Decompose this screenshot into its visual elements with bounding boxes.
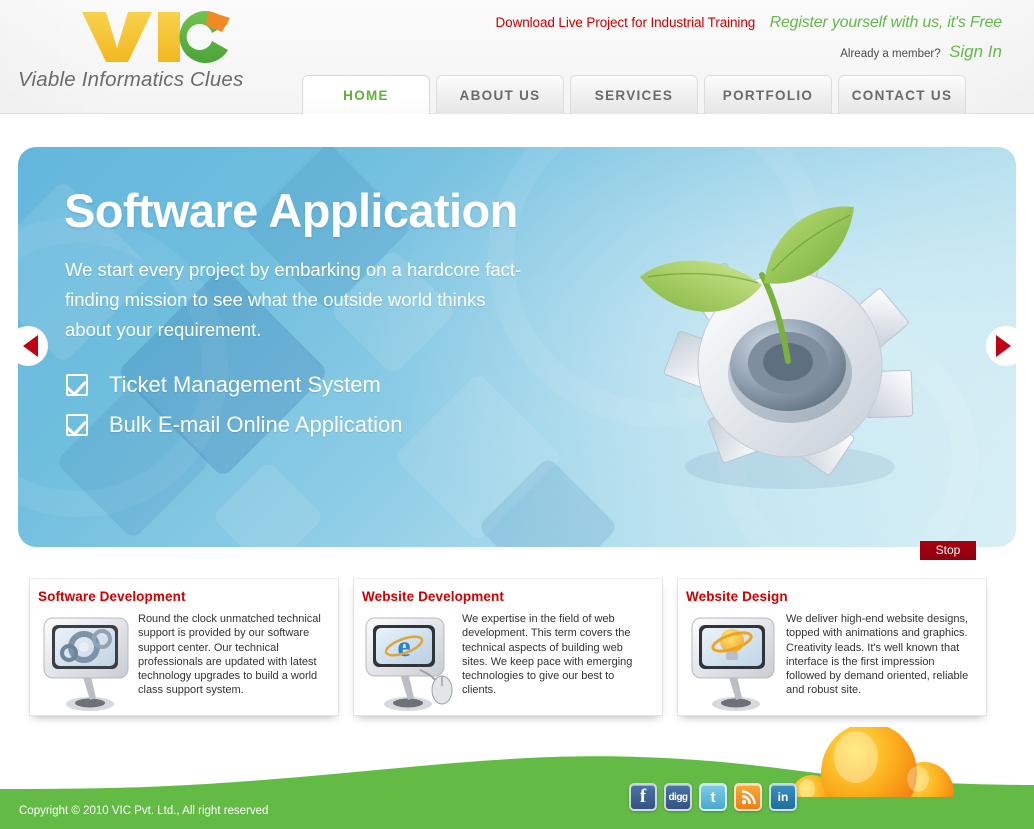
service-box-website-development[interactable]: Website Development e We expertise in th… <box>353 578 663 716</box>
nav-item-contact-us[interactable]: CONTACT US <box>838 75 966 114</box>
slider-stop-button[interactable]: Stop <box>920 541 976 560</box>
sign-in-link[interactable]: Sign In <box>949 42 1002 61</box>
nav-item-services[interactable]: SERVICES <box>570 75 698 114</box>
rss-icon[interactable] <box>734 783 762 811</box>
site-header: Viable Informatics Clues Download Live P… <box>0 0 1034 114</box>
page-root: Viable Informatics Clues Download Live P… <box>0 0 1034 829</box>
arrow-left-icon <box>12 335 38 357</box>
twitter-icon[interactable]: t <box>699 783 727 811</box>
service-box-title: Website Design <box>686 589 788 604</box>
register-link[interactable]: Register yourself with us, it's Free <box>770 14 1003 31</box>
service-box-body: e We expertise in the field of web devel… <box>362 608 652 712</box>
checkmark-icon <box>66 414 88 436</box>
hero-bullet-item: Ticket Management System <box>66 372 402 398</box>
monitor-lightbulb-icon <box>686 608 786 712</box>
nav-item-about-us[interactable]: ABOUT US <box>436 75 564 114</box>
vic-logo-icon <box>82 11 230 64</box>
service-box-body: Round the clock unmatched technical supp… <box>38 608 328 712</box>
slider-prev-button[interactable] <box>8 326 48 366</box>
top-links: Download Live Project for Industrial Tra… <box>496 13 1003 63</box>
facebook-icon[interactable]: f <box>629 783 657 811</box>
hero-title: Software Application <box>64 184 518 237</box>
slider-next-button[interactable] <box>986 326 1026 366</box>
member-prompt-label: Already a member? <box>840 48 941 60</box>
monitor-gears-icon <box>38 608 138 712</box>
site-footer: Copyright © 2010 VIC Pvt. Ltd., All righ… <box>0 783 1034 829</box>
gear-with-plant-icon <box>640 206 914 489</box>
service-boxes: Software Development Round the clock unm… <box>29 578 987 716</box>
service-box-text: Round the clock unmatched technical supp… <box>138 613 321 697</box>
download-live-project-link[interactable]: Download Live Project for Industrial Tra… <box>496 15 756 30</box>
monitor-browser-mouse-icon: e <box>362 608 462 712</box>
top-links-row-1: Download Live Project for Industrial Tra… <box>496 13 1003 33</box>
footer-hill-decor <box>0 756 1034 797</box>
service-box-software-development[interactable]: Software Development Round the clock unm… <box>29 578 339 716</box>
service-box-text: We deliver high-end website designs, top… <box>786 613 969 697</box>
rss-glyph-icon <box>741 789 756 804</box>
top-links-row-2: Already a member? Sign In <box>496 41 1002 63</box>
hero-diamond-7 <box>211 460 325 547</box>
service-box-title: Website Development <box>362 589 504 604</box>
main-navigation: HOME ABOUT US SERVICES PORTFOLIO CONTACT… <box>302 75 966 114</box>
service-box-title: Software Development <box>38 589 186 604</box>
hero-bullet-list: Ticket Management System Bulk E-mail Onl… <box>66 372 402 452</box>
service-box-body: We deliver high-end website designs, top… <box>686 608 976 712</box>
nav-item-home[interactable]: HOME <box>302 75 430 114</box>
svg-text:e: e <box>397 630 410 663</box>
hero-bullet-label: Ticket Management System <box>109 372 381 397</box>
arrow-right-icon <box>996 335 1022 357</box>
hero-bullet-item: Bulk E-mail Online Application <box>66 412 402 438</box>
nav-item-portfolio[interactable]: PORTFOLIO <box>704 75 832 114</box>
social-links: f digg t in <box>629 783 797 811</box>
hero-slider: Software Application We start every proj… <box>18 147 1016 547</box>
hero-subtitle: We start every project by embarking on a… <box>65 259 522 340</box>
site-logo[interactable]: Viable Informatics Clues <box>18 8 278 92</box>
logo-tagline: Viable Informatics Clues <box>18 68 244 91</box>
digg-icon[interactable]: digg <box>664 783 692 811</box>
hero-bullet-label: Bulk E-mail Online Application <box>109 412 403 437</box>
service-box-text: We expertise in the field of web develop… <box>462 613 633 697</box>
copyright-text: Copyright © 2010 VIC Pvt. Ltd., All righ… <box>19 805 269 817</box>
linkedin-icon[interactable]: in <box>769 783 797 811</box>
checkmark-icon <box>66 374 88 396</box>
service-box-website-design[interactable]: Website Design We deliver high-end websi… <box>677 578 987 716</box>
